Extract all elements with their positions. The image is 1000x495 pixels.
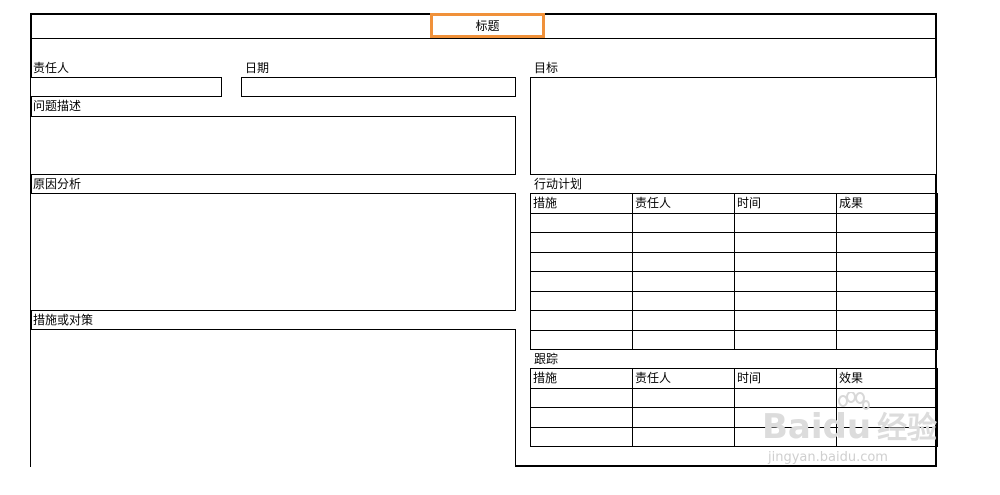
table-row xyxy=(530,329,938,350)
cause-field[interactable] xyxy=(30,193,516,311)
action-plan-header-owner: 责任人 xyxy=(632,193,735,214)
baidu-wordmark-head: Bai xyxy=(762,407,823,447)
table-cell[interactable] xyxy=(632,271,735,292)
table-row xyxy=(530,290,938,311)
cause-label: 原因分析 xyxy=(33,177,82,191)
table-cell[interactable] xyxy=(530,387,633,408)
table-cell[interactable] xyxy=(734,290,837,311)
table-cell[interactable] xyxy=(836,290,938,311)
table-cell[interactable] xyxy=(632,290,735,311)
title-divider xyxy=(30,38,937,39)
form-title[interactable]: 标题 xyxy=(430,13,545,38)
table-cell[interactable] xyxy=(734,329,837,350)
table-cell[interactable] xyxy=(632,329,735,350)
table-cell[interactable] xyxy=(530,212,633,233)
table-cell[interactable] xyxy=(734,212,837,233)
table-cell[interactable] xyxy=(530,271,633,292)
table-cell[interactable] xyxy=(734,232,837,253)
table-cell[interactable] xyxy=(836,232,938,253)
tracking-header-measure: 措施 xyxy=(530,368,633,389)
action-plan-header-measure: 措施 xyxy=(530,193,633,214)
tracking-header-time: 时间 xyxy=(734,368,837,389)
table-cell[interactable] xyxy=(632,387,735,408)
baidu-jingyan-text: 经验 xyxy=(877,411,938,446)
table-cell[interactable] xyxy=(734,310,837,331)
table-cell[interactable] xyxy=(530,290,633,311)
form-title-text: 标题 xyxy=(475,19,500,33)
table-cell[interactable] xyxy=(836,212,938,233)
tracking-label: 跟踪 xyxy=(534,352,559,366)
table-cell[interactable] xyxy=(632,426,735,447)
table-cell[interactable] xyxy=(836,310,938,331)
table-cell[interactable] xyxy=(530,407,633,428)
owner-label: 责任人 xyxy=(33,61,70,75)
action-plan-header-result: 成果 xyxy=(836,193,938,214)
table-row xyxy=(530,212,938,233)
table-cell[interactable] xyxy=(632,212,735,233)
table-cell[interactable] xyxy=(530,310,633,331)
action-plan-table: 措施 责任人 时间 成果 xyxy=(530,193,938,350)
baidu-wordmark: Baidu 经验 xyxy=(762,408,937,448)
table-cell[interactable] xyxy=(530,329,633,350)
table-cell[interactable] xyxy=(836,271,938,292)
action-plan-header-time: 时间 xyxy=(734,193,837,214)
table-row xyxy=(530,310,938,331)
baidu-wordmark-tail: du xyxy=(822,407,872,447)
tracking-header-effect: 效果 xyxy=(836,368,938,389)
problem-field[interactable] xyxy=(30,116,516,175)
tracking-header-row: 措施 责任人 时间 效果 xyxy=(530,368,938,389)
table-cell[interactable] xyxy=(632,310,735,331)
baidu-watermark: Baidu 经验 jingyan.baidu.com xyxy=(762,391,962,470)
owner-field[interactable] xyxy=(30,77,222,97)
table-row xyxy=(530,232,938,253)
goal-field[interactable] xyxy=(530,77,937,175)
action-plan-header-row: 措施 责任人 时间 成果 xyxy=(530,193,938,214)
tracking-header-owner: 责任人 xyxy=(632,368,735,389)
action-plan-label: 行动计划 xyxy=(534,177,583,191)
table-cell[interactable] xyxy=(734,271,837,292)
table-cell[interactable] xyxy=(632,251,735,272)
table-cell[interactable] xyxy=(734,251,837,272)
table-cell[interactable] xyxy=(530,251,633,272)
problem-label: 问题描述 xyxy=(33,99,82,113)
table-cell[interactable] xyxy=(632,232,735,253)
measures-label: 措施或对策 xyxy=(33,313,94,327)
goal-label: 目标 xyxy=(534,61,559,75)
date-field[interactable] xyxy=(241,77,516,97)
table-cell[interactable] xyxy=(530,232,633,253)
measures-field[interactable] xyxy=(30,329,516,467)
baidu-url: jingyan.baidu.com xyxy=(768,450,888,465)
table-row xyxy=(530,271,938,292)
table-row xyxy=(530,251,938,272)
date-label: 日期 xyxy=(245,61,270,75)
table-cell[interactable] xyxy=(632,407,735,428)
table-cell[interactable] xyxy=(836,251,938,272)
table-cell[interactable] xyxy=(836,329,938,350)
table-cell[interactable] xyxy=(530,426,633,447)
